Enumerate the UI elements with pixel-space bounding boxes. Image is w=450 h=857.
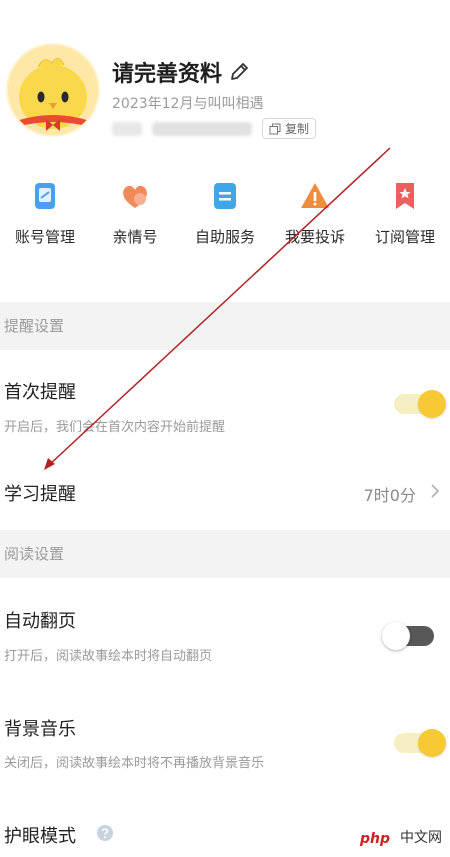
watermark-site: 中文网 (400, 830, 442, 846)
shortcut-label: 亲情号 (112, 228, 158, 246)
complaint-warning-icon (301, 183, 329, 208)
shortcut-family[interactable]: 亲情号 (90, 180, 180, 247)
auto-page-toggle[interactable] (382, 622, 434, 650)
watermark: php 中文网 (330, 787, 450, 857)
annotation-arrow-head-icon (44, 458, 55, 470)
avatar[interactable] (8, 45, 98, 135)
shortcut-label: 自助服务 (194, 228, 255, 246)
shortcut-account[interactable]: 账号管理 (0, 180, 90, 247)
profile-name[interactable]: 请完善资料 (112, 56, 222, 88)
help-question-icon[interactable] (96, 824, 114, 842)
toggle-knob (418, 390, 446, 418)
member-since-text: 2023年12月与叫叫相遇 (112, 96, 264, 112)
bg-music-desc: 关闭后，阅读故事绘本时将不再播放背景音乐 (4, 756, 265, 771)
first-reminder-desc: 开启后，我们会在首次内容开始前提醒 (4, 420, 226, 435)
blurred-id-prefix (112, 121, 142, 136)
subscription-icon (396, 183, 414, 209)
shortcut-self-service[interactable]: 自助服务 (180, 180, 270, 247)
shortcut-label: 账号管理 (14, 228, 75, 246)
self-service-icon (214, 183, 236, 209)
bg-music-title: 背景音乐 (4, 719, 76, 740)
first-reminder-toggle[interactable] (394, 390, 446, 418)
section-header-reminder: 提醒设置 (0, 302, 450, 350)
edit-pencil-icon[interactable] (228, 61, 250, 83)
first-reminder-title: 首次提醒 (4, 382, 76, 403)
bg-music-toggle[interactable] (394, 729, 446, 757)
study-reminder-time[interactable]: 7时0分 (364, 482, 416, 506)
chevron-right-icon[interactable] (428, 482, 442, 500)
user-id-row: 复制 (112, 118, 317, 139)
section-header-reading: 阅读设置 (0, 530, 450, 578)
shortcut-label: 订阅管理 (374, 228, 435, 246)
auto-page-title: 自动翻页 (4, 611, 76, 632)
eye-care-title: 护眼模式 (4, 826, 76, 847)
study-reminder-title: 学习提醒 (4, 484, 76, 505)
blurred-user-id (152, 121, 252, 136)
family-heart-icon (123, 185, 147, 208)
auto-page-desc: 打开后，阅读故事绘本时将自动翻页 (4, 649, 213, 664)
copy-id-button[interactable]: 复制 (262, 118, 317, 139)
chick-avatar-icon (16, 58, 90, 131)
shortcut-grid: 账号管理 亲情号 自助服务 我要投诉 订阅管理 (0, 180, 450, 250)
copy-label: 复制 (285, 122, 310, 136)
toggle-knob (382, 622, 410, 650)
watermark-brand: php (359, 831, 390, 847)
shortcut-label: 我要投诉 (284, 228, 345, 246)
shortcut-complaint[interactable]: 我要投诉 (270, 180, 360, 247)
toggle-knob (418, 729, 446, 757)
shortcut-subscription[interactable]: 订阅管理 (360, 180, 450, 247)
account-icon (35, 183, 55, 209)
profile-header: 请完善资料 2023年12月与叫叫相遇 复制 (0, 0, 450, 160)
copy-icon (269, 123, 281, 134)
